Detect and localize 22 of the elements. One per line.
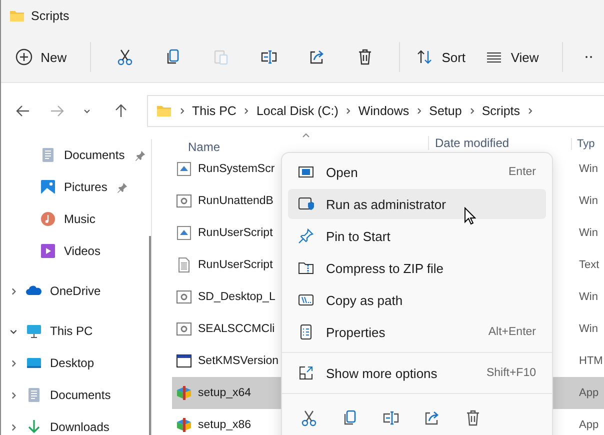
file-name: RunSystemScr: [198, 163, 276, 175]
file-type: Win: [579, 227, 599, 239]
window-title: Scripts: [31, 9, 70, 23]
file-name: SetKMSVersion: [198, 355, 280, 367]
file-name: setup_x86: [198, 419, 252, 431]
file-name: SEALSCCMCli: [198, 323, 276, 335]
file-type: HTM: [579, 355, 604, 367]
file-type: Text: [579, 259, 600, 271]
file-type: App: [579, 419, 600, 431]
file-type: Win: [579, 163, 599, 175]
file-name: RunUnattendB: [198, 195, 274, 207]
file-type: Win: [579, 195, 599, 207]
shortcut-text: Enter: [508, 166, 536, 178]
file-name: RunUserScript: [198, 227, 274, 239]
file-type: Win: [579, 291, 599, 303]
file-name: setup_x64: [198, 387, 252, 399]
file-type: App: [579, 387, 600, 399]
shortcut-text: Alt+Enter: [488, 326, 536, 338]
file-name: SD_Desktop_L: [198, 291, 276, 303]
file-name: RunUserScript: [198, 259, 274, 271]
shortcut-text: Shift+F10: [486, 367, 536, 379]
file-type: Win: [579, 323, 599, 335]
